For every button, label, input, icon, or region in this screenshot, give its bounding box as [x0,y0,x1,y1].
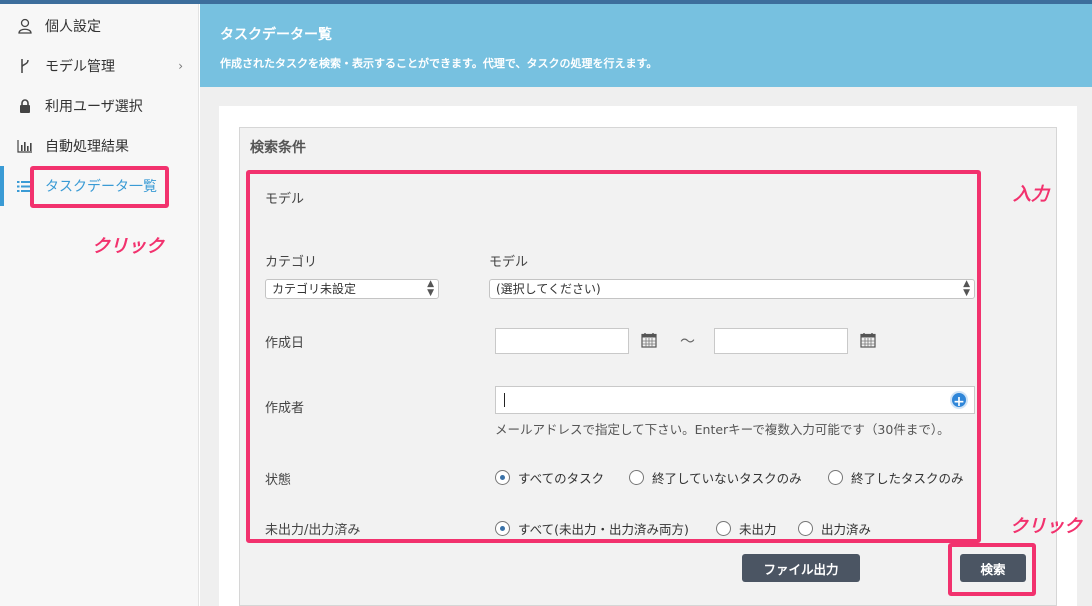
sidebar-item-label: 個人設定 [45,19,101,35]
chevron-right-icon: › [178,59,183,73]
sidebar-item-label: 利用ユーザ選択 [45,99,143,115]
sidebar-item-label: モデル管理 [45,59,115,75]
sidebar-item-auto-results[interactable]: 自動処理結果 [0,126,199,166]
highlight-input-area [246,170,981,543]
highlight-sidebar-item [30,166,169,208]
sidebar: 個人設定 モデル管理 › 利用ユーザ選択 自動処理結果 タスクデータ一覧 [0,4,199,606]
sidebar-item-user-select[interactable]: 利用ユーザ選択 [0,86,199,126]
annotation-click-search: クリック [1010,516,1082,537]
sidebar-item-personal-settings[interactable]: 個人設定 [0,6,199,46]
active-indicator [0,166,4,206]
bar-chart-icon [16,139,34,153]
sidebar-item-label: 自動処理結果 [45,139,129,155]
user-icon [16,18,34,34]
annotation-input: 入力 [1013,184,1049,205]
highlight-search-button [948,543,1036,596]
file-output-button[interactable]: ファイル出力 [742,554,860,582]
annotation-click-sidebar: クリック [92,236,164,257]
lock-icon [16,99,34,113]
branch-icon [16,58,34,74]
page-header: タスクデーター覧 作成されたタスクを検索・表示することができます。代理で、タスク… [200,4,1092,87]
search-panel-title: 検索条件 [250,140,306,156]
page-subtitle: 作成されたタスクを検索・表示することができます。代理で、タスクの処理を行えます。 [220,57,658,70]
page-title: タスクデーター覧 [220,27,332,43]
sidebar-item-model-management[interactable]: モデル管理 › [0,46,199,86]
